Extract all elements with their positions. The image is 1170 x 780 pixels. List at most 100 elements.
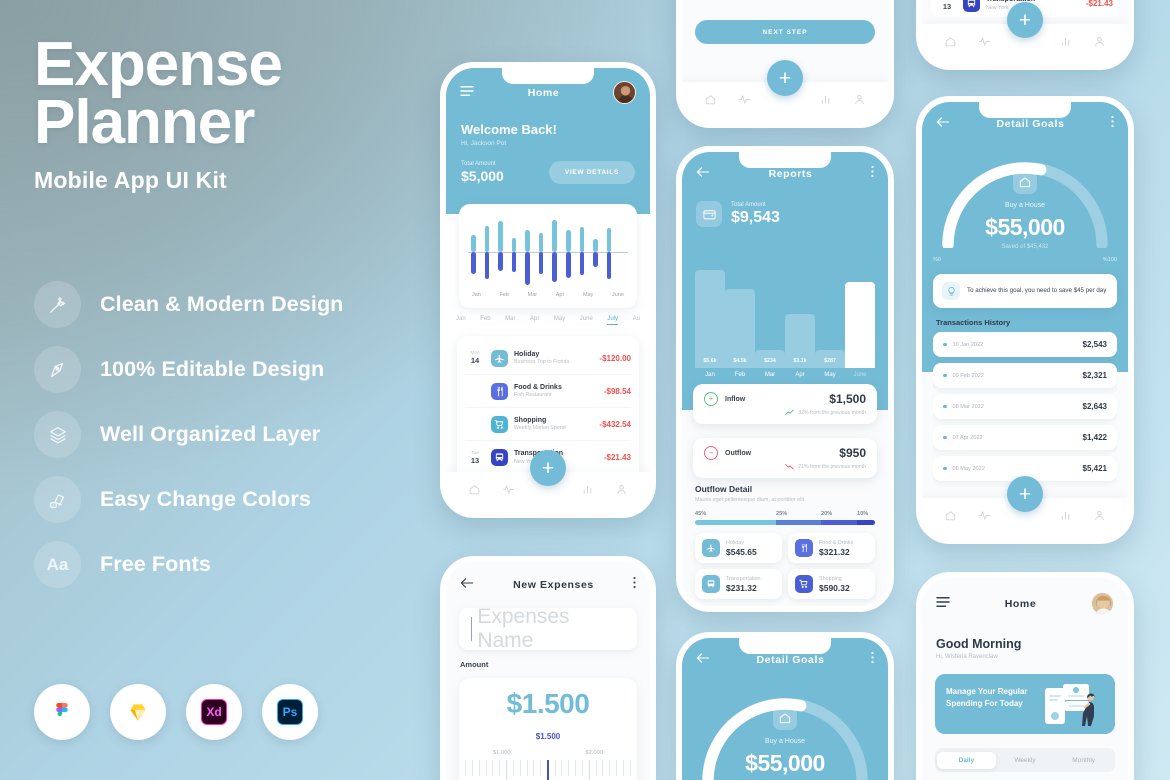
- welcome-heading: Welcome Back!: [461, 122, 557, 137]
- add-button[interactable]: +: [767, 60, 803, 96]
- home-icon[interactable]: [704, 93, 717, 111]
- chart-bar-down: [525, 252, 530, 286]
- back-arrow-icon[interactable]: [696, 651, 710, 669]
- activity-icon[interactable]: [978, 35, 991, 53]
- avatar[interactable]: [1090, 592, 1114, 615]
- table-row[interactable]: 09 Feb 2022 $2,321: [933, 363, 1117, 388]
- category-label: Holiday: [726, 539, 744, 546]
- reports-total-block: Total Amount $9,543: [731, 202, 780, 227]
- amount-slider[interactable]: $1.500 $1.000 $2.000: [459, 732, 637, 780]
- month-tab-bar[interactable]: Jan Feb Mar Apr May June July Au: [446, 316, 650, 325]
- next-step-button[interactable]: NEXT STEP: [695, 20, 875, 44]
- more-options-icon[interactable]: [633, 576, 636, 594]
- magic-wand-icon: [34, 281, 81, 328]
- back-arrow-icon[interactable]: [460, 576, 474, 594]
- hamburger-menu-icon[interactable]: [460, 84, 474, 102]
- more-options-icon[interactable]: [1111, 115, 1114, 133]
- bar-chart-icon[interactable]: [819, 93, 832, 111]
- reports-total-row: Total Amount $9,543: [696, 201, 888, 227]
- add-button[interactable]: +: [1007, 2, 1043, 38]
- table-row[interactable]: 07 Apr 2022 $1,422: [933, 425, 1117, 450]
- bar-chart-icon[interactable]: [1059, 509, 1072, 527]
- tab-weekly[interactable]: Weekly: [996, 752, 1055, 769]
- table-row[interactable]: Shopping Weekly Market Spend -$432.54: [465, 408, 631, 441]
- outflow-segment-percent: 45%: [695, 511, 707, 517]
- report-bar-value: $234: [764, 358, 776, 364]
- bar-chart-icon[interactable]: [581, 483, 594, 501]
- inflow-delta-row: 32% from the previous month: [704, 409, 866, 416]
- person-icon[interactable]: [1093, 509, 1106, 527]
- month-tab-jan[interactable]: Jan: [456, 316, 466, 325]
- chart-bar-up: [471, 235, 476, 252]
- home-icon[interactable]: [468, 483, 481, 501]
- month-tab-feb[interactable]: Feb: [480, 316, 490, 325]
- category-value: $321.32: [819, 546, 850, 557]
- more-options-icon[interactable]: [871, 165, 874, 183]
- slider-handle[interactable]: [547, 760, 549, 780]
- outflow-category-card[interactable]: Shopping $590.32: [788, 569, 875, 599]
- add-button[interactable]: +: [1007, 476, 1043, 512]
- outflow-card[interactable]: − Outflow $950 21% from the previous mon…: [693, 438, 877, 478]
- expenses-name-placeholder: Expenses Name: [477, 605, 570, 652]
- slider-tick: [499, 760, 501, 776]
- category-value: $231.32: [726, 582, 757, 593]
- amount-label: Amount: [460, 660, 489, 669]
- reports-bar-chart: $5.6k Jan $4.5k Feb $234 Mar $3.1k Apr $287 May Ju…: [695, 256, 875, 378]
- table-row[interactable]: 10 Jan 2022 $2,543: [933, 332, 1117, 357]
- history-date-group: 07 Apr 2022: [943, 435, 983, 441]
- tab-monthly[interactable]: Monthly: [1054, 752, 1113, 769]
- month-tab-june[interactable]: June: [580, 316, 593, 325]
- report-bar-column: $4.5k Feb: [725, 289, 755, 378]
- more-options-icon[interactable]: [871, 651, 874, 669]
- transaction-subtitle: Weekly Market Spend: [514, 425, 566, 432]
- home-icon[interactable]: [944, 35, 957, 53]
- person-icon[interactable]: [1093, 35, 1106, 53]
- transaction-info: Food & Drinks Fish Restaurant: [514, 384, 604, 399]
- table-row[interactable]: Mon 14 Holiday Business Trip to Florida …: [465, 342, 631, 375]
- transaction-amount: -$98.54: [603, 386, 631, 396]
- chart-bar-down: [538, 252, 544, 275]
- goal-name: Buy a House: [1004, 202, 1046, 209]
- spending-banner[interactable]: Manage Your Regular Spending For Today: [935, 674, 1115, 734]
- activity-icon[interactable]: [738, 93, 751, 111]
- report-bar-column: $3.1k Apr: [785, 313, 815, 378]
- month-tab-july[interactable]: July: [607, 316, 619, 325]
- month-tab-mar[interactable]: Mar: [505, 316, 515, 325]
- person-icon[interactable]: [615, 483, 628, 501]
- avatar[interactable]: [612, 81, 636, 104]
- month-tab-au[interactable]: Au: [633, 316, 640, 325]
- month-tab-may[interactable]: May: [554, 316, 565, 325]
- activity-icon[interactable]: [502, 483, 515, 501]
- back-arrow-icon[interactable]: [696, 165, 710, 183]
- person-icon[interactable]: [853, 93, 866, 111]
- hamburger-menu-icon[interactable]: [936, 595, 950, 613]
- month-tab-apr[interactable]: Apr: [530, 316, 539, 325]
- goal-tip-text: To achieve this goal, you need to save $…: [967, 286, 1107, 294]
- feature-item-free-fonts: Aa Free Fonts: [34, 532, 414, 597]
- table-row[interactable]: 08 Mar 2022 $2,643: [933, 394, 1117, 419]
- outflow-delta: 21% from the previous month: [798, 463, 866, 470]
- chart-bar: [606, 214, 612, 290]
- bar-chart-icon[interactable]: [1059, 35, 1072, 53]
- table-row[interactable]: Food & Drinks Fish Restaurant -$98.54: [465, 375, 631, 408]
- slider-tick: [471, 760, 473, 776]
- activity-icon[interactable]: [978, 509, 991, 527]
- inflow-card[interactable]: + Inflow $1,500 32% from the previous mo…: [693, 384, 877, 424]
- promo-block: Expense Planner Mobile App UI Kit: [34, 34, 404, 194]
- outflow-category-card[interactable]: Transportation $231.32: [695, 569, 782, 599]
- tab-daily[interactable]: Daily: [937, 751, 996, 769]
- view-details-button[interactable]: VIEW DETAILS: [548, 161, 635, 184]
- slider-tick: [588, 760, 590, 780]
- banner-text: Manage Your Regular Spending For Today: [946, 687, 1028, 708]
- outflow-category-card[interactable]: Food & Drinks $321.32: [788, 533, 875, 563]
- day-number: 13: [942, 1, 952, 11]
- back-arrow-icon[interactable]: [936, 115, 950, 133]
- period-segmented-control[interactable]: Daily Weekly Monthly: [935, 748, 1115, 772]
- home-icon[interactable]: [944, 509, 957, 527]
- add-button[interactable]: +: [530, 450, 566, 486]
- page-title: New Expenses: [513, 579, 594, 591]
- expenses-name-input[interactable]: Expenses Name: [459, 605, 637, 652]
- phone-notch: [502, 68, 594, 84]
- layers-icon: [34, 411, 81, 458]
- outflow-category-card[interactable]: Holiday $545.65: [695, 533, 782, 563]
